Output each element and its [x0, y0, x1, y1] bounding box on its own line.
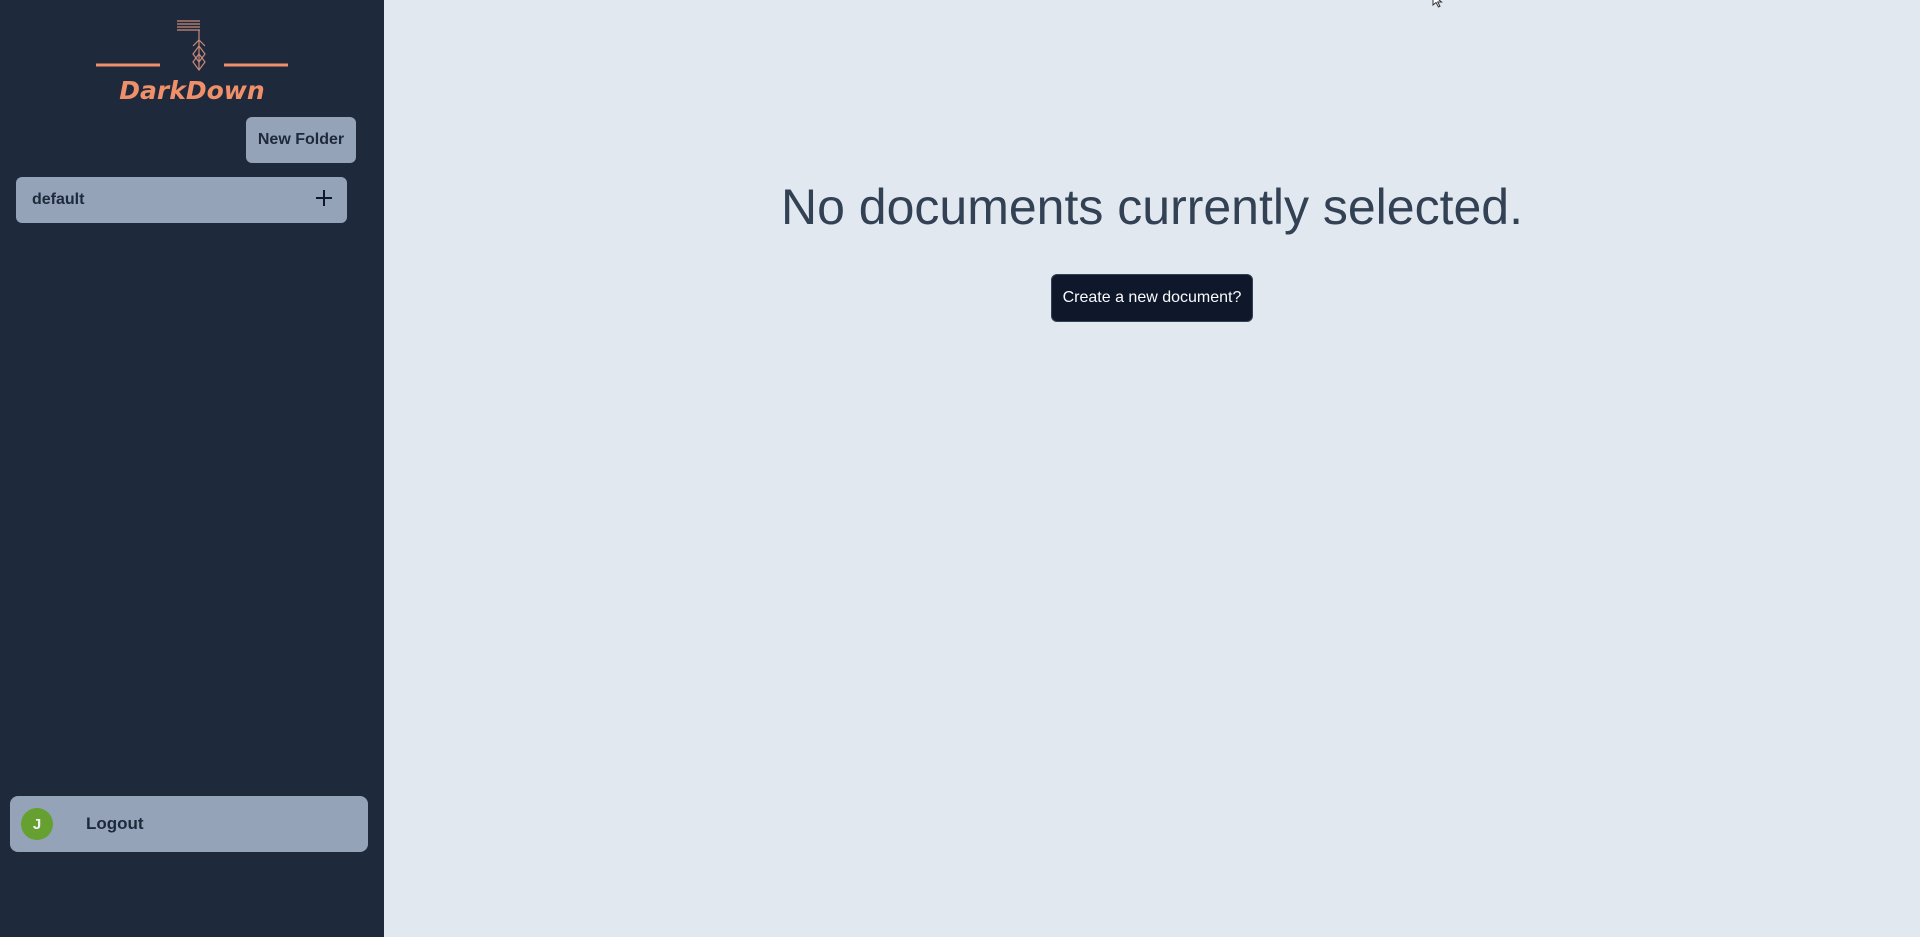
folder-label: default — [32, 191, 85, 208]
folder-item-default[interactable]: default — [16, 177, 347, 223]
app-root: DarkDown New Folder default J Logout No … — [0, 0, 1920, 937]
logo-text: DarkDown — [119, 76, 264, 105]
no-documents-message: No documents currently selected. — [780, 179, 1524, 235]
darkdown-logo: DarkDown — [96, 20, 288, 105]
sidebar: DarkDown New Folder default J Logout — [0, 0, 384, 937]
user-avatar: J — [21, 808, 53, 840]
create-document-button[interactable]: Create a new document? — [1051, 274, 1253, 322]
add-document-plus-icon[interactable] — [315, 189, 333, 207]
main-content: No documents currently selected. Create … — [384, 0, 1920, 937]
logout-button[interactable]: J Logout — [10, 796, 368, 852]
logout-label: Logout — [86, 814, 144, 833]
mouse-cursor-icon — [1432, 0, 1443, 8]
new-folder-button[interactable]: New Folder — [246, 117, 356, 163]
